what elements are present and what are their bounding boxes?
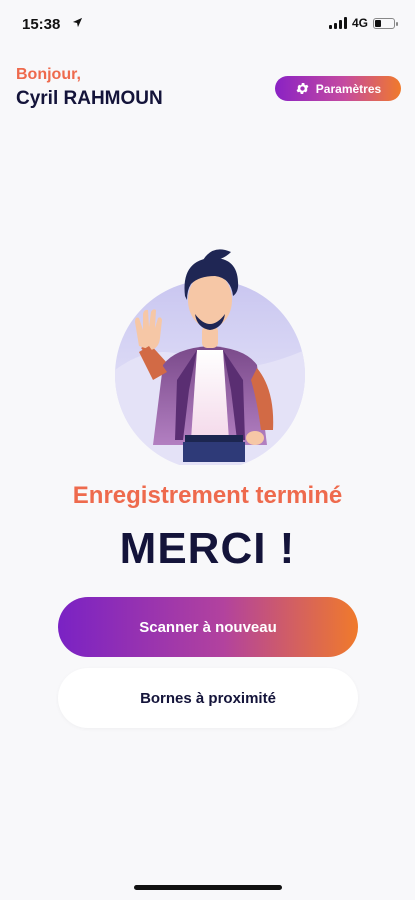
registration-status: Enregistrement terminé	[72, 482, 343, 509]
settings-button[interactable]: Paramètres	[275, 76, 401, 101]
waving-person-illustration	[115, 249, 305, 465]
scan-again-button[interactable]: Scanner à nouveau	[58, 597, 358, 657]
gear-icon	[296, 83, 309, 94]
status-bar: 15:38 4G	[0, 0, 415, 50]
user-name: Cyril RAHMOUN	[16, 88, 163, 109]
greeting: Bonjour,	[16, 66, 81, 83]
status-icons: 4G	[328, 16, 398, 30]
home-indicator[interactable]	[134, 885, 282, 890]
nearby-terminals-button[interactable]: Bornes à proximité	[58, 668, 358, 728]
battery-icon	[373, 17, 398, 29]
signal-icon	[328, 17, 347, 29]
network-type: 4G	[351, 16, 368, 30]
thanks-title: MERCI !	[119, 524, 296, 573]
settings-label: Paramètres	[315, 81, 382, 96]
battery-level	[375, 19, 381, 27]
status-time: 15:38	[22, 16, 61, 33]
location-arrow-icon	[72, 17, 83, 28]
